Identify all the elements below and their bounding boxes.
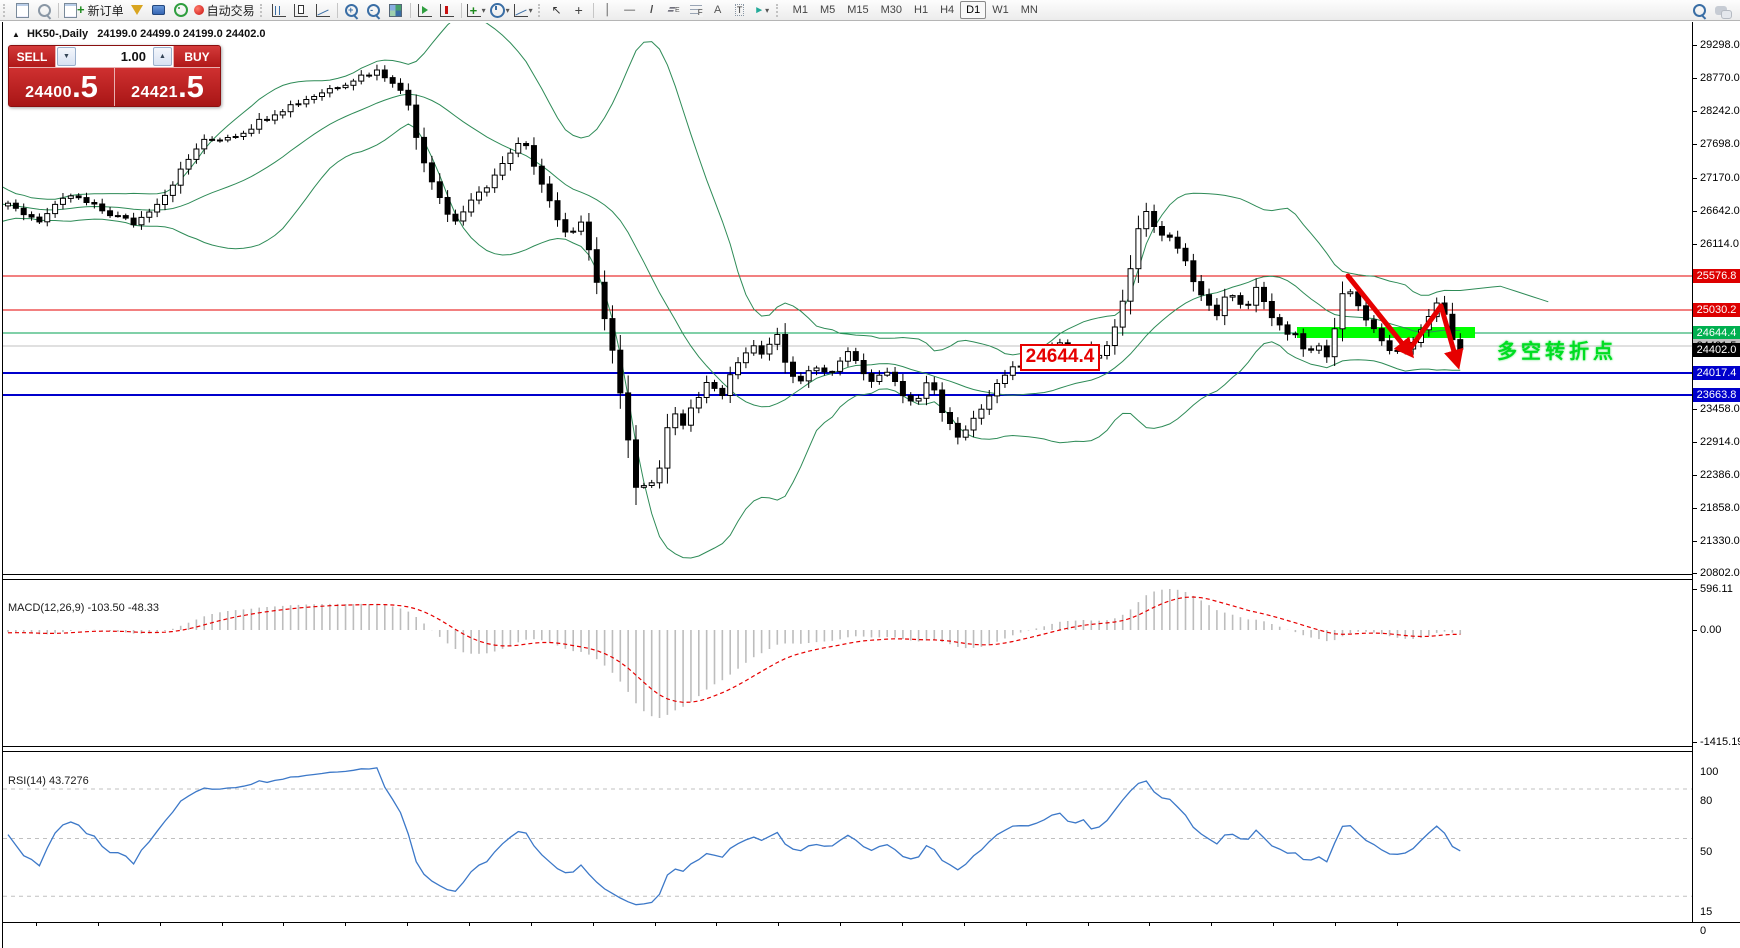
rsi-axis-label: 80 xyxy=(1700,794,1712,808)
price-tick-mark xyxy=(1692,244,1697,245)
price-tick-label: 28770.0 xyxy=(1700,71,1740,85)
price-tick-mark xyxy=(1692,178,1697,179)
date-tick-mark xyxy=(1273,922,1274,926)
date-tick-mark xyxy=(964,922,965,926)
price-tick-mark xyxy=(1692,475,1697,476)
price-tick-mark xyxy=(1692,409,1697,410)
turning-point-note[interactable]: 多空转折点 xyxy=(1497,335,1617,364)
date-tick-mark xyxy=(716,922,717,926)
buy-button[interactable]: BUY xyxy=(174,46,220,67)
price-tick-mark xyxy=(1692,508,1697,509)
date-tick-mark xyxy=(407,922,408,926)
buy-price-main: 24421 xyxy=(131,84,178,102)
date-tick-mark xyxy=(1211,922,1212,926)
price-tick-mark xyxy=(1692,111,1697,112)
macd-pane-top-border xyxy=(2,579,1693,580)
price-tick-mark xyxy=(1692,211,1697,212)
date-tick-mark xyxy=(840,922,841,926)
date-tick-mark xyxy=(222,922,223,926)
price-tick-label: 28242.0 xyxy=(1700,104,1740,118)
price-tick-label: 29298.0 xyxy=(1700,38,1740,52)
main-pane-bottom-border xyxy=(2,574,1693,575)
buy-price-frac: .5 xyxy=(178,72,204,102)
chart-canvas[interactable] xyxy=(0,0,1740,948)
rsi-axis-label: 0 xyxy=(1700,924,1706,938)
date-tick-mark xyxy=(593,922,594,926)
current-price-label: 24402.0 xyxy=(1693,343,1740,357)
price-tick-label: 26114.0 xyxy=(1700,237,1739,251)
level-price-label: 23663.8 xyxy=(1693,388,1740,402)
level-price-label: 25030.2 xyxy=(1693,303,1740,317)
price-tick-label: 26642.0 xyxy=(1700,204,1740,218)
date-tick-mark xyxy=(531,922,532,926)
volume-up-button[interactable]: ▲ xyxy=(153,47,172,66)
macd-axis-label: 596.11 xyxy=(1700,582,1733,596)
date-tick-mark xyxy=(283,922,284,926)
date-tick-mark xyxy=(98,922,99,926)
chart-area[interactable]: ▲ HK50-,Daily 24199.0 24499.0 24199.0 24… xyxy=(0,21,1740,948)
price-tick-label: 21330.0 xyxy=(1700,534,1740,548)
date-tick-mark xyxy=(1149,922,1150,926)
rsi-axis-label: 100 xyxy=(1700,765,1718,779)
macd-indicator-label: MACD(12,26,9) -103.50 -48.33 xyxy=(8,602,159,614)
volume-value[interactable]: 1.00 xyxy=(77,49,152,64)
date-tick-mark xyxy=(778,922,779,926)
price-tick-mark xyxy=(1692,45,1697,46)
collapse-triangle-icon: ▲ xyxy=(12,30,20,39)
price-tick-mark xyxy=(1692,541,1697,542)
price-tick-mark xyxy=(1692,78,1697,79)
sell-price-frac: .5 xyxy=(72,72,98,102)
macd-pane-bottom-border xyxy=(2,746,1693,747)
price-tick-label: 23458.0 xyxy=(1700,402,1740,416)
chart-left-border xyxy=(2,22,3,948)
rsi-axis-label: 15 xyxy=(1700,905,1712,919)
chart-title: ▲ HK50-,Daily 24199.0 24499.0 24199.0 24… xyxy=(12,28,266,40)
rsi-indicator-label: RSI(14) 43.7276 xyxy=(8,775,89,787)
macd-axis-label: -1415.19 xyxy=(1700,735,1740,749)
date-tick-mark xyxy=(1088,922,1089,926)
symbol-period: HK50-,Daily xyxy=(27,28,88,40)
rsi-pane-bottom-border xyxy=(2,922,1740,923)
ohlc-values: 24199.0 24499.0 24199.0 24402.0 xyxy=(97,28,265,40)
date-tick-mark xyxy=(36,922,37,926)
price-tick-label: 27170.0 xyxy=(1700,171,1740,185)
price-axis-border xyxy=(1692,22,1693,922)
date-tick-mark xyxy=(655,922,656,926)
level-price-label: 24644.4 xyxy=(1693,326,1740,340)
sell-price[interactable]: 24400 .5 xyxy=(9,68,115,106)
price-tick-label: 27698.0 xyxy=(1700,137,1740,151)
volume-down-button[interactable]: ▼ xyxy=(57,47,76,66)
rsi-axis-label: 50 xyxy=(1700,845,1712,859)
date-tick-mark xyxy=(469,922,470,926)
date-tick-mark xyxy=(160,922,161,926)
date-tick-mark xyxy=(1397,922,1398,926)
level-price-label: 24017.4 xyxy=(1693,366,1740,380)
price-callout-box[interactable]: 24644.4 xyxy=(1020,344,1100,371)
date-tick-mark xyxy=(902,922,903,926)
trading-platform-window: + 新订单 自动交易 + - +▾ ▾ ▾ ↖ + │ — / =E F A xyxy=(0,0,1740,948)
date-tick-mark xyxy=(1026,922,1027,926)
volume-field[interactable]: ▼ 1.00 ▲ xyxy=(55,46,174,67)
price-tick-mark xyxy=(1692,573,1697,574)
date-tick-mark xyxy=(1335,922,1336,926)
price-tick-label: 20802.0 xyxy=(1700,566,1740,580)
macd-axis-label: 0.00 xyxy=(1700,623,1721,637)
sell-button[interactable]: SELL xyxy=(9,46,55,67)
price-tick-label: 22386.0 xyxy=(1700,468,1740,482)
buy-price[interactable]: 24421 .5 xyxy=(115,68,220,106)
sell-price-main: 24400 xyxy=(25,84,72,102)
price-tick-mark xyxy=(1692,442,1697,443)
rsi-pane-top-border xyxy=(2,751,1693,752)
price-tick-label: 22914.0 xyxy=(1700,435,1740,449)
one-click-trade-panel: SELL ▼ 1.00 ▲ BUY 24400 .5 24421 .5 xyxy=(8,45,221,107)
date-tick-mark xyxy=(345,922,346,926)
level-price-label: 25576.8 xyxy=(1693,269,1740,283)
price-tick-mark xyxy=(1692,144,1697,145)
price-tick-label: 21858.0 xyxy=(1700,501,1740,515)
